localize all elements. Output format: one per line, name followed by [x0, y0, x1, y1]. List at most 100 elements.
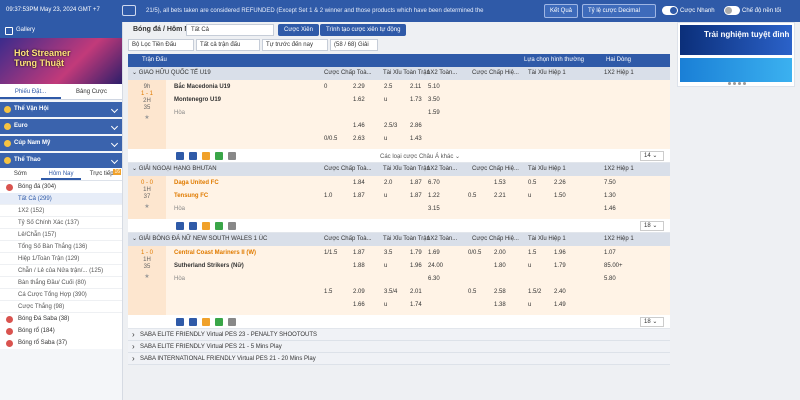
odds-cell[interactable]: 1.66 — [353, 302, 365, 308]
odds-cell[interactable]: u — [384, 136, 387, 142]
odds-cell[interactable]: 3.5 — [384, 250, 392, 256]
promo-banner[interactable]: Hot Streamer Tưng Thuật — [0, 38, 122, 84]
pitch-icon[interactable] — [215, 222, 223, 230]
sport-item[interactable]: 1X2 (152) — [0, 205, 122, 217]
favorite-star-icon[interactable]: ★ — [128, 114, 166, 121]
odds-cell[interactable]: u — [528, 263, 531, 269]
odds-cell[interactable]: 2.21 — [494, 193, 506, 199]
odds-cell[interactable]: 1.74 — [410, 302, 422, 308]
view-select[interactable]: Hai Dòng — [606, 54, 631, 67]
odds-cell[interactable]: 1.79 — [410, 250, 422, 256]
odds-cell[interactable]: 2.58 — [494, 289, 506, 295]
odds-cell[interactable]: 1.87 — [353, 250, 365, 256]
auto-parlay-button[interactable]: Trình tạo cược xiên tự động — [320, 24, 407, 36]
promo-card-secondary[interactable] — [680, 58, 792, 82]
sort-select[interactable]: Lựa chọn hình thường — [524, 54, 584, 67]
sport-item[interactable]: Tổng Số Bàn Thắng (136) — [0, 241, 122, 253]
odds-cell[interactable]: 1.0 — [324, 193, 332, 199]
filter-all-dropdown[interactable]: Tất cả trận đấu — [196, 39, 260, 51]
tab-live[interactable]: Trực tiếp 16 — [81, 168, 122, 180]
odds-cell[interactable]: 1.49 — [554, 302, 566, 308]
odds-cell[interactable]: 2.5/3 — [384, 123, 397, 129]
odds-cell[interactable]: 0/0.5 — [324, 136, 337, 142]
sport-item[interactable]: Cược Thắng (98) — [0, 301, 122, 313]
quick-bet-toggle[interactable] — [662, 6, 678, 15]
chart-icon[interactable] — [228, 222, 236, 230]
odds-cell[interactable]: 1.43 — [410, 136, 422, 142]
pitch-icon[interactable] — [215, 318, 223, 326]
odds-cell[interactable]: 5.10 — [428, 84, 440, 90]
collapsed-league[interactable]: SABA ELITE FRIENDLY Virtual PES 21 - 5 M… — [128, 341, 670, 353]
odds-cell[interactable]: 1.80 — [494, 263, 506, 269]
category-copa-america[interactable]: Cúp Nam Mỹ — [0, 136, 122, 151]
odds-cell[interactable]: 1.5/2 — [528, 289, 541, 295]
more-bets-link[interactable]: Các loại cược Châu Á khác ⌄ — [380, 153, 460, 160]
odds-cell[interactable]: 3.50 — [428, 97, 440, 103]
stats-icon[interactable] — [176, 222, 184, 230]
odds-cell[interactable]: 1.50 — [554, 193, 566, 199]
sport-item[interactable]: Lẻ/Chẵn (157) — [0, 229, 122, 241]
odds-cell[interactable]: 85.00+ — [604, 263, 623, 269]
market-count-select[interactable]: 14 ⌄ — [640, 151, 664, 161]
odds-cell[interactable]: 0.5 — [468, 289, 476, 295]
star-icon[interactable] — [189, 318, 197, 326]
odds-cell[interactable]: 0/0.5 — [468, 250, 481, 256]
promo-card[interactable]: Trải nghiệm tuyệt đỉnh — [680, 25, 792, 55]
collapsed-league[interactable]: SABA INTERNATIONAL FRIENDLY Virtual PES … — [128, 353, 670, 365]
chart-icon[interactable] — [228, 318, 236, 326]
odds-cell[interactable]: 1.84 — [353, 180, 365, 186]
league-count-dropdown[interactable]: (58 / 68) Giải — [330, 39, 378, 51]
parlay-button[interactable]: Cược Xiên — [278, 24, 319, 36]
sport-item[interactable]: Bóng rổ Saba (37) — [0, 337, 122, 349]
odds-cell[interactable]: 1/1.5 — [324, 250, 337, 256]
odds-cell[interactable]: u — [384, 97, 387, 103]
odds-cell[interactable]: u — [384, 193, 387, 199]
stats-icon[interactable] — [176, 318, 184, 326]
odds-cell[interactable]: 1.07 — [604, 250, 616, 256]
odds-cell[interactable]: 2.5 — [384, 84, 392, 90]
odds-cell[interactable]: 2.40 — [554, 289, 566, 295]
results-button[interactable]: Kết Quả — [544, 4, 579, 18]
odds-cell[interactable]: 1.38 — [494, 302, 506, 308]
odds-cell[interactable]: 0.5 — [528, 180, 536, 186]
market-count-select[interactable]: 18 ⌄ — [640, 221, 664, 231]
dark-mode-toggle[interactable] — [724, 6, 740, 15]
odds-cell[interactable]: 1.30 — [604, 193, 616, 199]
odds-cell[interactable]: 3.15 — [428, 206, 440, 212]
odds-cell[interactable]: 1.96 — [410, 263, 422, 269]
league-header[interactable]: ⌄ GIAO HỮU QUỐC TẾ U19 Cược Chấp Toà... Tà… — [128, 67, 670, 80]
carousel-dots[interactable] — [728, 81, 748, 87]
odds-cell[interactable]: 1.62 — [353, 97, 365, 103]
tab-bet-list[interactable]: Bảng Cược — [61, 84, 122, 99]
odds-cell[interactable]: 2.0 — [384, 180, 392, 186]
sport-item[interactable]: Bóng rổ (184) — [0, 325, 122, 337]
odds-cell[interactable]: 2.00 — [494, 250, 506, 256]
odds-cell[interactable]: u — [384, 263, 387, 269]
category-euro[interactable]: Euro — [0, 119, 122, 134]
odds-cell[interactable]: 2.29 — [353, 84, 365, 90]
sport-item[interactable]: Chẵn / Lẻ của Nửa trận/... (125) — [0, 265, 122, 277]
favorite-star-icon[interactable]: ★ — [128, 203, 166, 210]
odds-cell[interactable]: 1.87 — [353, 193, 365, 199]
star-icon[interactable] — [189, 152, 197, 160]
odds-cell[interactable]: u — [528, 302, 531, 308]
gallery-link[interactable]: Gallery — [0, 22, 122, 38]
odds-cell[interactable]: 24.00 — [428, 263, 443, 269]
odds-cell[interactable]: 1.88 — [353, 263, 365, 269]
odds-cell[interactable]: 1.46 — [353, 123, 365, 129]
odds-cell[interactable]: 6.70 — [428, 180, 440, 186]
odds-cell[interactable]: u — [384, 302, 387, 308]
sport-item[interactable]: Bóng đá (304) — [0, 181, 122, 193]
league-header[interactable]: ⌄ GIẢI BÓNG ĐÁ NỮ NEW SOUTH WALES 1 ÚC Cư… — [128, 233, 670, 246]
stats-icon[interactable] — [176, 152, 184, 160]
odds-cell[interactable]: 1.5 — [528, 250, 536, 256]
category-olympics[interactable]: Thể Vận Hội — [0, 102, 122, 117]
pitch-icon[interactable] — [215, 152, 223, 160]
odds-cell[interactable]: 1.87 — [410, 193, 422, 199]
category-sports[interactable]: Thể Thao — [0, 153, 122, 168]
odds-cell[interactable]: 0.5 — [468, 193, 476, 199]
odds-cell[interactable]: 2.63 — [353, 136, 365, 142]
odds-cell[interactable]: 1.59 — [428, 110, 440, 116]
odds-cell[interactable]: 1.79 — [554, 263, 566, 269]
league-header[interactable]: ⌄ GIẢI NGOẠI HẠNG BHUTAN Cược Chấp Toà...… — [128, 163, 670, 176]
